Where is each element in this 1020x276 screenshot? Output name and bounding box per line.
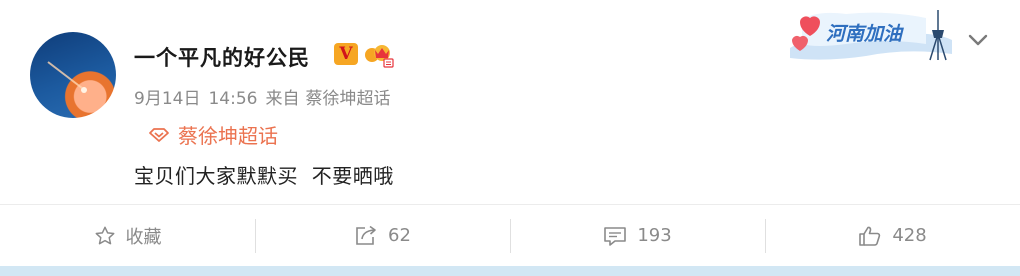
weibo-post-card: 一个平凡的好公民 V 9月14日 14:56 来自 蔡徐坤超话 蔡徐坤超话 宝贝们大家… [0,0,1020,266]
repost-button[interactable]: 62 [255,205,510,266]
chevron-down-icon[interactable] [966,32,990,48]
post-meta: 9月14日 14:56 来自 蔡徐坤超话 [134,84,390,109]
post-date[interactable]: 9月14日 [134,89,200,109]
action-bar: 收藏 62 193 428 [0,205,1020,266]
comment-icon [604,226,627,246]
like-count: 428 [892,225,927,246]
super-topic-icon [149,127,169,142]
comment-count: 193 [637,225,672,246]
like-button[interactable]: 428 [765,205,1020,266]
favorite-button[interactable]: 收藏 [0,205,255,266]
post-source[interactable]: 蔡徐坤超话 [305,89,390,109]
event-badge[interactable]: 河南加油 [786,4,956,62]
repost-icon [356,225,376,245]
crown-icon[interactable] [364,41,394,69]
comment-button[interactable]: 193 [510,205,765,266]
post-content: 宝贝们大家默默买 不要晒哦 [134,164,394,188]
repost-count: 62 [388,225,411,246]
thumbs-up-icon [859,226,881,246]
feed-separator [0,266,1020,276]
avatar[interactable] [30,32,116,118]
post-time[interactable]: 14:56 [208,89,257,109]
super-topic-link[interactable]: 蔡徐坤超话 [148,120,278,149]
super-topic-label[interactable]: 蔡徐坤超话 [178,120,278,149]
favorite-label: 收藏 [125,226,162,248]
username[interactable]: 一个平凡的好公民 [134,42,310,72]
from-label: 来自 [265,89,300,109]
star-icon [95,226,114,244]
event-badge-text: 河南加油 [826,23,904,45]
verified-badge[interactable]: V [334,43,358,65]
